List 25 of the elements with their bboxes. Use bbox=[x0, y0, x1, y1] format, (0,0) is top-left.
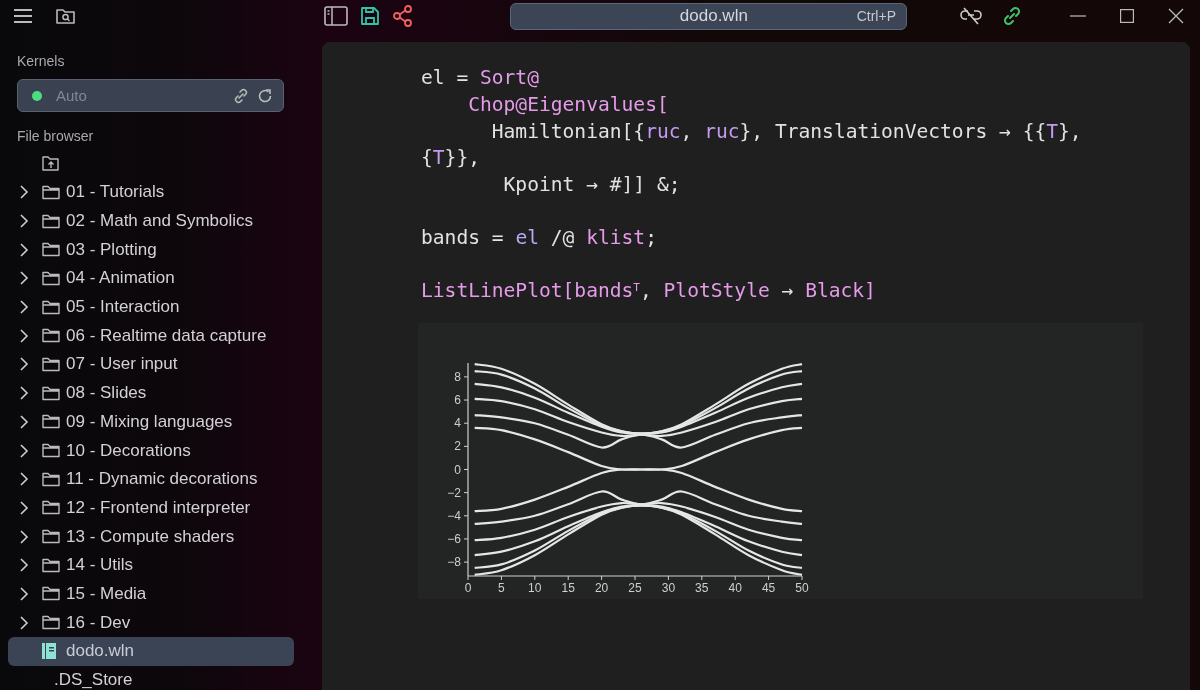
tick-label: 20 bbox=[594, 580, 609, 595]
section-label: Kernels bbox=[16, 53, 66, 69]
tick-label: 5 bbox=[498, 580, 505, 595]
section-label: File browser bbox=[16, 128, 95, 144]
tick-label: 0 bbox=[454, 462, 461, 477]
tick-label: −8 bbox=[447, 554, 461, 569]
tick-label: 8 bbox=[454, 369, 461, 384]
tick-label: −4 bbox=[447, 508, 461, 523]
tick-label: 30 bbox=[661, 580, 676, 595]
tick-label: 0 bbox=[464, 580, 472, 595]
tick-label: 15 bbox=[561, 580, 575, 595]
tick-label: 40 bbox=[728, 580, 742, 595]
tick-label: 50 bbox=[795, 580, 809, 595]
tick-label: −2 bbox=[447, 485, 461, 500]
kernel-name: Auto bbox=[56, 87, 88, 104]
tick-label: 10 bbox=[528, 580, 542, 595]
tick-label: 35 bbox=[695, 580, 709, 595]
tick-label: −6 bbox=[447, 531, 461, 546]
tick-label: 6 bbox=[454, 392, 461, 407]
shortcut-label: Ctrl+P bbox=[856, 8, 896, 24]
tick-label: 45 bbox=[761, 580, 776, 595]
tick-label: 2 bbox=[454, 438, 461, 453]
tick-label: 25 bbox=[628, 580, 642, 595]
tick-label: 4 bbox=[454, 415, 461, 430]
file-name: dodo.wln bbox=[678, 6, 749, 26]
